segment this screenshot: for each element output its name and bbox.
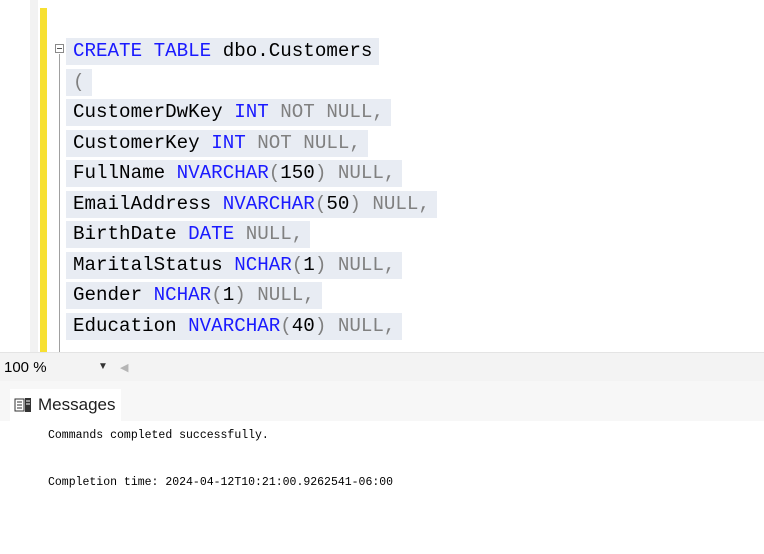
code-token: ) NULL, xyxy=(314,314,396,337)
code-token: CustomerKey xyxy=(73,131,212,154)
code-token: 1 xyxy=(303,253,315,276)
message-line: Completion time: 2024-04-12T10:21:00.926… xyxy=(48,476,394,489)
code-token: DATE xyxy=(188,223,235,245)
code-token: EmailAddress xyxy=(73,192,223,215)
code-token: 1 xyxy=(222,284,235,306)
code-token: ) NULL, xyxy=(234,284,315,306)
change-tracking-bar xyxy=(40,8,47,352)
code-line[interactable]: CustomerKey INT NOT NULL, xyxy=(66,129,368,157)
code-token: ) NULL, xyxy=(349,192,430,215)
code-token: NCHAR xyxy=(153,284,212,306)
code-token: ( xyxy=(314,192,327,215)
messages-panel: Commands completed successfully. Complet… xyxy=(0,421,764,554)
code-line[interactable]: FullName NVARCHAR(150) NULL, xyxy=(66,160,403,187)
code-token: ) NULL, xyxy=(314,162,396,184)
code-token: ) NULL, xyxy=(314,253,396,276)
code-line[interactable]: MaritalStatus NCHAR(1) NULL, xyxy=(66,251,403,279)
message-line: Commands completed successfully. xyxy=(48,429,269,442)
code-line[interactable]: Gender NCHAR(1) NULL, xyxy=(66,282,322,309)
code-token: ( xyxy=(280,314,292,337)
code-line[interactable]: CustomerDwKey INT NOT NULL, xyxy=(66,99,391,126)
sql-editor[interactable]: CREATE TABLE dbo.Customers ( CustomerDwKey… xyxy=(0,0,764,352)
code-token: FullName xyxy=(73,162,177,184)
tab-messages-label: Messages xyxy=(38,395,116,414)
messages-icon xyxy=(14,398,31,412)
code-token: NULL, xyxy=(234,223,304,245)
code-token: ( xyxy=(291,253,304,276)
scroll-left-arrow-icon[interactable]: ◀ xyxy=(120,361,128,374)
editor-gutter xyxy=(30,0,38,352)
code-token: 150 xyxy=(280,162,315,184)
zoom-dropdown-arrow-icon[interactable]: ▼ xyxy=(98,361,108,372)
code-token: Gender xyxy=(73,284,154,306)
code-line[interactable]: CREATE TABLE dbo.Customers xyxy=(66,38,380,65)
code-line[interactable]: EmailAddress NVARCHAR(50) NULL, xyxy=(66,190,437,218)
code-line[interactable]: Education NVARCHAR(40) NULL, xyxy=(66,312,403,340)
collapse-toggle-icon[interactable] xyxy=(55,44,64,53)
code-token: NCHAR xyxy=(234,253,292,276)
results-tab-bar: Messages xyxy=(0,381,764,421)
code-token: NVARCHAR xyxy=(176,162,269,184)
code-token: NVARCHAR xyxy=(188,314,281,337)
code-token: dbo.Customers xyxy=(211,40,373,62)
code-token: MaritalStatus xyxy=(73,253,235,276)
code-token: ( xyxy=(73,70,85,93)
code-token: NVARCHAR xyxy=(222,192,315,215)
code-token: CREATE TABLE xyxy=(73,40,212,62)
code-token: NOT NULL, xyxy=(245,131,361,154)
tab-messages[interactable]: Messages xyxy=(10,389,122,421)
code-token: ( xyxy=(211,284,223,306)
code-token: INT xyxy=(234,101,269,123)
code-token: ( xyxy=(268,162,281,184)
code-token: NOT NULL, xyxy=(268,101,384,123)
code-line[interactable]: BirthDate DATE NULL, xyxy=(66,221,311,248)
code-token: BirthDate xyxy=(73,223,189,245)
code-token: 40 xyxy=(291,314,315,337)
code-line[interactable]: ( xyxy=(66,68,92,96)
zoom-bar: 100 % ▼ ◀ xyxy=(0,352,764,382)
code-token: 50 xyxy=(326,192,350,215)
code-token: Education xyxy=(73,314,189,337)
code-token: CustomerDwKey xyxy=(73,101,235,123)
code-token: INT xyxy=(211,131,246,154)
zoom-level[interactable]: 100 % xyxy=(4,359,47,376)
fold-guide-line xyxy=(59,54,60,352)
